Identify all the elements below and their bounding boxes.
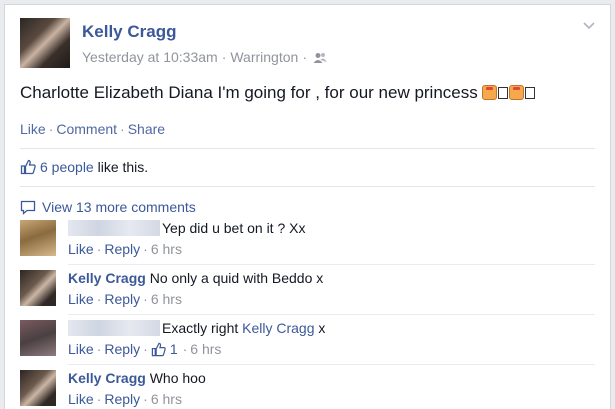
comment-text: Who hoo	[149, 370, 206, 386]
comment-actions: Like · Reply · 6 hrs	[68, 291, 182, 307]
comment-timestamp[interactable]: 6 hrs	[151, 241, 182, 257]
action-separator: ·	[143, 341, 148, 357]
comment-item: Kelly Cragg No only a quid with Beddo x …	[20, 268, 597, 308]
comment-author-name[interactable]	[68, 220, 160, 236]
view-more-label: View 13 more comments	[42, 199, 196, 215]
view-more-comments-link[interactable]: View 13 more comments	[20, 199, 196, 215]
comment-item: Yep did u bet on it ? Xx Like · Reply · 6 hr…	[20, 218, 597, 258]
comment-timestamp[interactable]: 6 hrs	[151, 291, 182, 307]
likers-link[interactable]: 6 people	[40, 159, 94, 175]
meta-separator: ·	[302, 49, 307, 65]
comment-text-after: x	[318, 320, 326, 336]
comment-text: No only a quid with Beddo x	[149, 270, 324, 286]
divider	[20, 186, 595, 187]
comment-reply-button[interactable]: Reply	[104, 391, 140, 407]
comment-like-button[interactable]: Like	[68, 391, 94, 407]
comment-actions: Like · Reply · 6 hrs	[68, 391, 182, 407]
princess-emoji-icon	[482, 85, 498, 100]
divider	[20, 148, 595, 149]
comment-body: Kelly Cragg No only a quid with Beddo x	[68, 270, 323, 286]
avatar[interactable]	[20, 18, 70, 68]
post-author-name[interactable]: Kelly Cragg	[82, 22, 176, 42]
comment-like-button[interactable]: Like	[68, 241, 94, 257]
share-button[interactable]: Share	[128, 121, 165, 137]
action-separator: ·	[96, 391, 102, 407]
comment-mention-link[interactable]: Kelly Cragg	[242, 320, 314, 336]
action-separator: ·	[182, 341, 188, 357]
comment-author-name[interactable]	[68, 320, 160, 336]
comment-item: Kelly Cragg Who hoo Like · Reply · 6 hrs	[20, 368, 597, 408]
divider	[68, 314, 595, 315]
action-separator: ·	[143, 391, 148, 407]
action-separator: ·	[143, 291, 148, 307]
post-meta: Yesterday at 10:33am · Warrington ·	[82, 49, 327, 65]
missing-glyph-icon	[525, 87, 536, 99]
post-text-content: Charlotte Elizabeth Diana I'm going for …	[20, 83, 478, 102]
avatar[interactable]	[20, 270, 56, 306]
post-actions: Like · Comment · Share	[20, 121, 165, 137]
comment-bubble-icon	[20, 200, 36, 215]
avatar[interactable]	[20, 320, 56, 356]
comment-author-name[interactable]: Kelly Cragg	[68, 270, 146, 286]
comment-text: Exactly right	[162, 320, 239, 336]
action-separator: ·	[96, 291, 102, 307]
comment-timestamp[interactable]: 6 hrs	[151, 391, 182, 407]
meta-separator: ·	[221, 49, 227, 65]
divider	[68, 364, 595, 365]
comment-actions: Like · Reply · 6 hrs	[68, 241, 182, 257]
thumbs-up-icon	[20, 159, 36, 175]
comment-body: Exactly right Kelly Cragg x	[68, 320, 325, 336]
avatar[interactable]	[20, 370, 56, 406]
chevron-down-icon[interactable]	[582, 19, 596, 33]
missing-glyph-icon	[498, 87, 509, 99]
thumbs-up-icon[interactable]	[151, 342, 166, 357]
comment-body: Kelly Cragg Who hoo	[68, 370, 206, 386]
comment-button[interactable]: Comment	[56, 121, 117, 137]
comment-like-button[interactable]: Like	[68, 291, 94, 307]
comment-reply-button[interactable]: Reply	[104, 341, 140, 357]
avatar[interactable]	[20, 220, 56, 256]
action-separator: ·	[96, 341, 102, 357]
comment-reply-button[interactable]: Reply	[104, 291, 140, 307]
likes-suffix: like this.	[97, 159, 149, 175]
post-card: Kelly Cragg Yesterday at 10:33am · Warring…	[4, 4, 611, 409]
comment-like-count[interactable]: 1	[170, 341, 178, 357]
comment-timestamp[interactable]: 6 hrs	[190, 341, 221, 357]
post-location[interactable]: Warrington	[230, 49, 298, 65]
comment-item: Exactly right Kelly Cragg x Like · Reply · …	[20, 318, 597, 358]
action-separator: ·	[48, 121, 54, 137]
comment-like-button[interactable]: Like	[68, 341, 94, 357]
like-button[interactable]: Like	[20, 121, 46, 137]
likes-summary: 6 people like this.	[20, 159, 148, 175]
comment-author-name[interactable]: Kelly Cragg	[68, 370, 146, 386]
action-separator: ·	[96, 241, 102, 257]
action-separator: ·	[143, 241, 148, 257]
post-timestamp[interactable]: Yesterday at 10:33am	[82, 49, 218, 65]
comment-text: Yep did u bet on it ? Xx	[162, 220, 306, 236]
comment-reply-button[interactable]: Reply	[104, 241, 140, 257]
divider	[68, 264, 595, 265]
princess-emoji-icon	[509, 85, 525, 100]
post-text: Charlotte Elizabeth Diana I'm going for …	[20, 83, 536, 103]
friends-icon[interactable]	[313, 52, 327, 64]
comment-actions: Like · Reply · 1 · 6 hrs	[68, 341, 221, 357]
action-separator: ·	[120, 121, 125, 137]
comment-body: Yep did u bet on it ? Xx	[68, 220, 305, 236]
